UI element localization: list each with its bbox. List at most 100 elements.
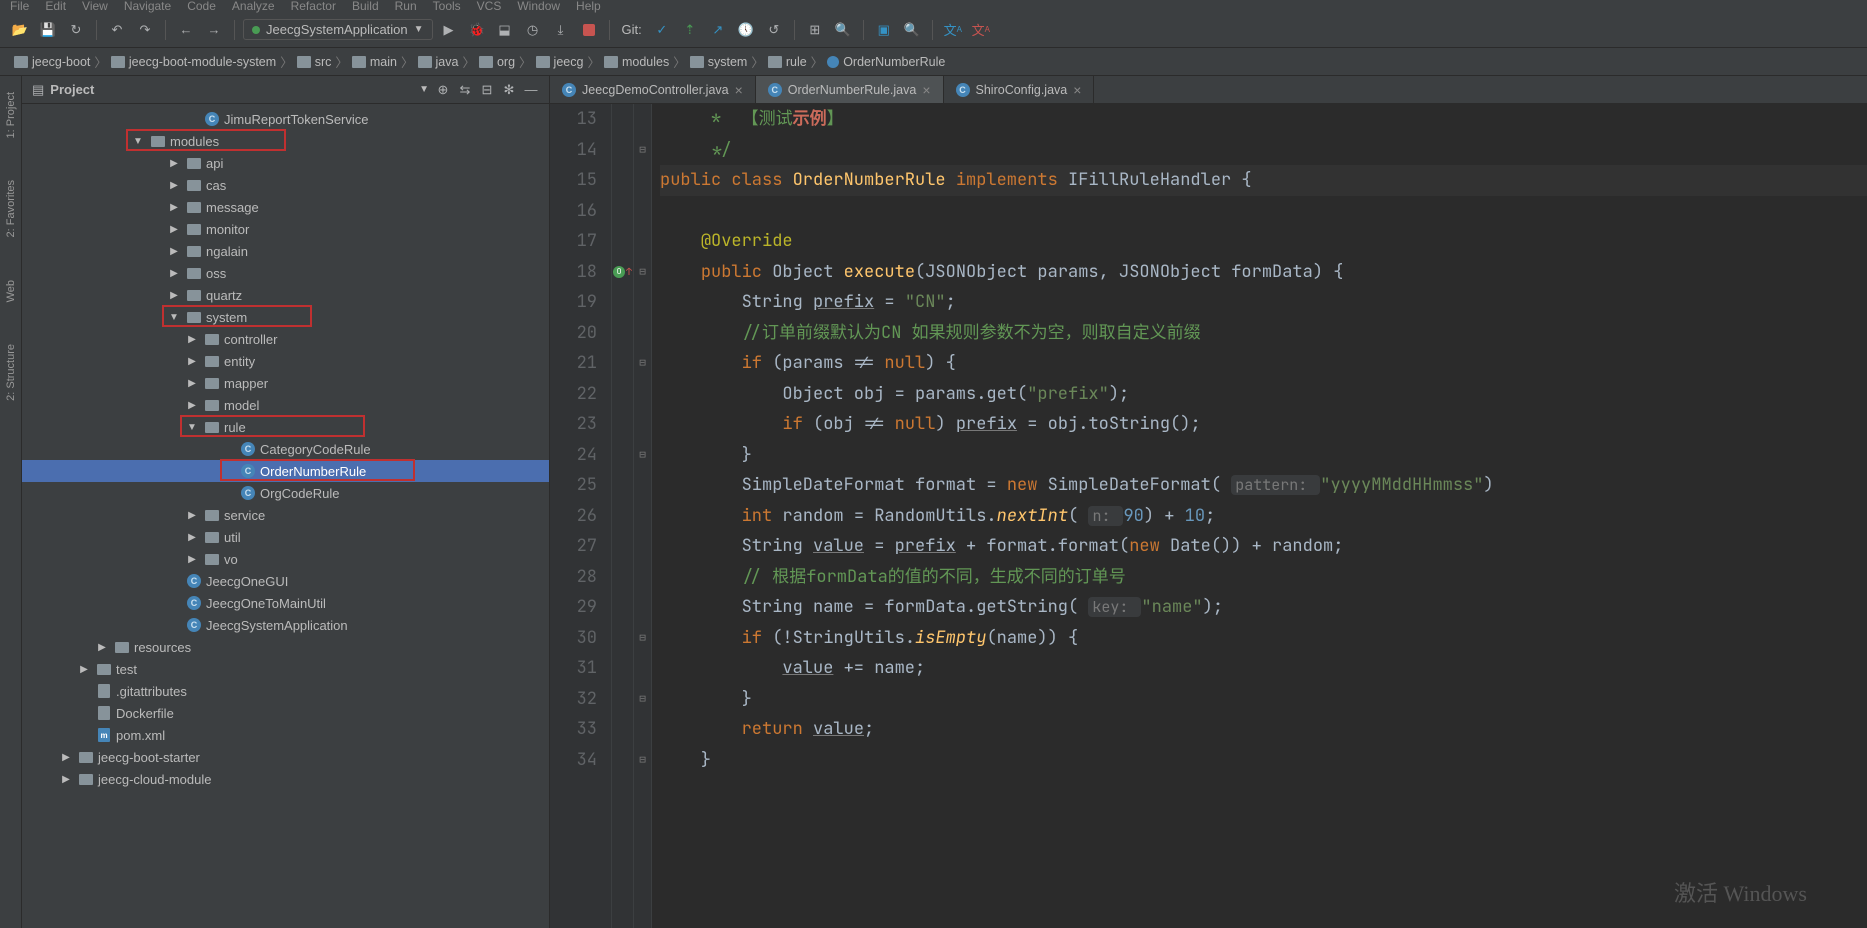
editor-tab-jeecgdemocontrollerjava[interactable]: CJeecgDemoController.java× bbox=[550, 76, 756, 103]
tree-item-jeecgbootstarter[interactable]: ▶jeecg-boot-starter bbox=[22, 746, 549, 768]
tool-tab-web[interactable]: Web bbox=[3, 274, 19, 308]
tree-item-jeecgonetomainutil[interactable]: CJeecgOneToMainUtil bbox=[22, 592, 549, 614]
tree-item-system[interactable]: ▼system bbox=[22, 306, 549, 328]
tree-item-dockerfile[interactable]: Dockerfile bbox=[22, 702, 549, 724]
search-everywhere-icon[interactable]: 🔍 bbox=[900, 18, 924, 42]
tree-item-monitor[interactable]: ▶monitor bbox=[22, 218, 549, 240]
expand-all-icon[interactable]: ⇆ bbox=[457, 82, 473, 98]
run-configuration-dropdown[interactable]: JeecgSystemApplication ▼ bbox=[243, 19, 433, 40]
menu-code[interactable]: Code bbox=[187, 0, 216, 13]
breadcrumb-ordernumberrule[interactable]: OrderNumberRule bbox=[821, 55, 951, 69]
tree-item-api[interactable]: ▶api bbox=[22, 152, 549, 174]
menu-build[interactable]: Build bbox=[352, 0, 379, 13]
menu-bar[interactable]: File Edit View Navigate Code Analyze Refactor B… bbox=[0, 0, 1867, 12]
editor-tab-ordernumberrulejava[interactable]: COrderNumberRule.java× bbox=[756, 76, 944, 103]
tree-item-cas[interactable]: ▶cas bbox=[22, 174, 549, 196]
structure-icon[interactable]: ⊞ bbox=[803, 18, 827, 42]
breadcrumb-jeecg[interactable]: jeecg bbox=[530, 55, 590, 69]
coverage-icon[interactable]: ⬓ bbox=[493, 18, 517, 42]
breadcrumb-jeecg-boot[interactable]: jeecg-boot bbox=[8, 55, 96, 69]
menu-refactor[interactable]: Refactor bbox=[291, 0, 336, 13]
code-editor[interactable]: 1314151617181920212223242526272829303132… bbox=[550, 104, 1867, 928]
line-number-gutter[interactable]: 1314151617181920212223242526272829303132… bbox=[550, 104, 612, 928]
vcs-history-icon[interactable]: 🕔 bbox=[734, 18, 758, 42]
tree-item-gitattributes[interactable]: .gitattributes bbox=[22, 680, 549, 702]
tree-item-modules[interactable]: ▼modules bbox=[22, 130, 549, 152]
breadcrumb-src[interactable]: src bbox=[291, 55, 338, 69]
open-icon[interactable]: 📂 bbox=[8, 18, 32, 42]
menu-run[interactable]: Run bbox=[395, 0, 417, 13]
tree-item-util[interactable]: ▶util bbox=[22, 526, 549, 548]
back-icon[interactable]: ← bbox=[174, 18, 198, 42]
forward-icon[interactable]: → bbox=[202, 18, 226, 42]
tree-item-test[interactable]: ▶test bbox=[22, 658, 549, 680]
tree-item-controller[interactable]: ▶controller bbox=[22, 328, 549, 350]
tree-item-mapper[interactable]: ▶mapper bbox=[22, 372, 549, 394]
debug-icon[interactable]: 🐞 bbox=[465, 18, 489, 42]
collapse-all-icon[interactable]: ⊟ bbox=[479, 82, 495, 98]
close-tab-icon[interactable]: × bbox=[922, 82, 930, 98]
tree-item-ordernumberrule[interactable]: COrderNumberRule bbox=[22, 460, 549, 482]
tree-item-jimureporttokenservice[interactable]: CJimuReportTokenService bbox=[22, 108, 549, 130]
redo-icon[interactable]: ↷ bbox=[133, 18, 157, 42]
tree-item-rule[interactable]: ▼rule bbox=[22, 416, 549, 438]
breadcrumb-modules[interactable]: modules bbox=[598, 55, 675, 69]
breadcrumb-jeecg-boot-module-system[interactable]: jeecg-boot-module-system bbox=[105, 55, 282, 69]
undo-icon[interactable]: ↶ bbox=[105, 18, 129, 42]
search-icon[interactable]: 🔍 bbox=[831, 18, 855, 42]
tree-item-jeecgsystemapplication[interactable]: CJeecgSystemApplication bbox=[22, 614, 549, 636]
tree-item-oss[interactable]: ▶oss bbox=[22, 262, 549, 284]
breadcrumb-system[interactable]: system bbox=[684, 55, 754, 69]
tree-item-resources[interactable]: ▶resources bbox=[22, 636, 549, 658]
tree-item-model[interactable]: ▶model bbox=[22, 394, 549, 416]
save-icon[interactable]: 💾 bbox=[36, 18, 60, 42]
scroll-from-source-icon[interactable]: ⊕ bbox=[435, 82, 451, 98]
tool-tab-favorites[interactable]: 2: Favorites bbox=[3, 174, 19, 243]
code-content[interactable]: * 【测试示例】 */public class OrderNumberRule … bbox=[652, 104, 1867, 928]
menu-analyze[interactable]: Analyze bbox=[232, 0, 275, 13]
run-icon[interactable]: ▶ bbox=[437, 18, 461, 42]
breadcrumb-rule[interactable]: rule bbox=[762, 55, 813, 69]
project-tree[interactable]: CJimuReportTokenService▼modules▶api▶cas▶… bbox=[22, 104, 549, 928]
attach-icon[interactable]: ⤓ bbox=[549, 18, 573, 42]
menu-edit[interactable]: Edit bbox=[45, 0, 66, 13]
hide-icon[interactable]: — bbox=[523, 82, 539, 98]
tree-item-service[interactable]: ▶service bbox=[22, 504, 549, 526]
breadcrumb-java[interactable]: java bbox=[412, 55, 465, 69]
breadcrumb-org[interactable]: org bbox=[473, 55, 521, 69]
tree-item-orgcoderule[interactable]: COrgCodeRule bbox=[22, 482, 549, 504]
editor-tab-shiroconfigjava[interactable]: CShiroConfig.java× bbox=[944, 76, 1095, 103]
tree-item-ngalain[interactable]: ▶ngalain bbox=[22, 240, 549, 262]
refresh-icon[interactable]: ↻ bbox=[64, 18, 88, 42]
tool-tab-project[interactable]: 1: Project bbox=[3, 86, 19, 144]
settings-icon[interactable]: ✻ bbox=[501, 82, 517, 98]
menu-view[interactable]: View bbox=[82, 0, 108, 13]
vcs-rollback-icon[interactable]: ↺ bbox=[762, 18, 786, 42]
breadcrumb-main[interactable]: main bbox=[346, 55, 403, 69]
translate-b-icon[interactable]: 文A bbox=[969, 18, 993, 42]
vcs-push-icon[interactable]: ↗ bbox=[706, 18, 730, 42]
close-tab-icon[interactable]: × bbox=[1073, 82, 1081, 98]
vcs-commit-icon[interactable]: ⇡ bbox=[678, 18, 702, 42]
annotations-gutter[interactable]: O↑ bbox=[612, 104, 634, 928]
tree-item-categorycoderule[interactable]: CCategoryCodeRule bbox=[22, 438, 549, 460]
menu-vcs[interactable]: VCS bbox=[477, 0, 502, 13]
tree-item-vo[interactable]: ▶vo bbox=[22, 548, 549, 570]
fold-gutter[interactable]: ⊟⊟⊟⊟⊟⊟⊟ bbox=[634, 104, 652, 928]
tree-item-pomxml[interactable]: mpom.xml bbox=[22, 724, 549, 746]
menu-help[interactable]: Help bbox=[576, 0, 601, 13]
menu-navigate[interactable]: Navigate bbox=[124, 0, 171, 13]
menu-file[interactable]: File bbox=[10, 0, 29, 13]
tree-item-jeecgcloudmodule[interactable]: ▶jeecg-cloud-module bbox=[22, 768, 549, 790]
stop-icon[interactable] bbox=[577, 18, 601, 42]
menu-tools[interactable]: Tools bbox=[433, 0, 461, 13]
tree-item-quartz[interactable]: ▶quartz bbox=[22, 284, 549, 306]
tree-item-jeecgonegui[interactable]: CJeecgOneGUI bbox=[22, 570, 549, 592]
tree-item-message[interactable]: ▶message bbox=[22, 196, 549, 218]
tree-item-entity[interactable]: ▶entity bbox=[22, 350, 549, 372]
close-tab-icon[interactable]: × bbox=[735, 82, 743, 98]
vcs-update-icon[interactable]: ✓ bbox=[650, 18, 674, 42]
translate-a-icon[interactable]: 文A bbox=[941, 18, 965, 42]
tool-tab-structure[interactable]: 2: Structure bbox=[3, 338, 19, 407]
projects-icon[interactable]: ▣ bbox=[872, 18, 896, 42]
